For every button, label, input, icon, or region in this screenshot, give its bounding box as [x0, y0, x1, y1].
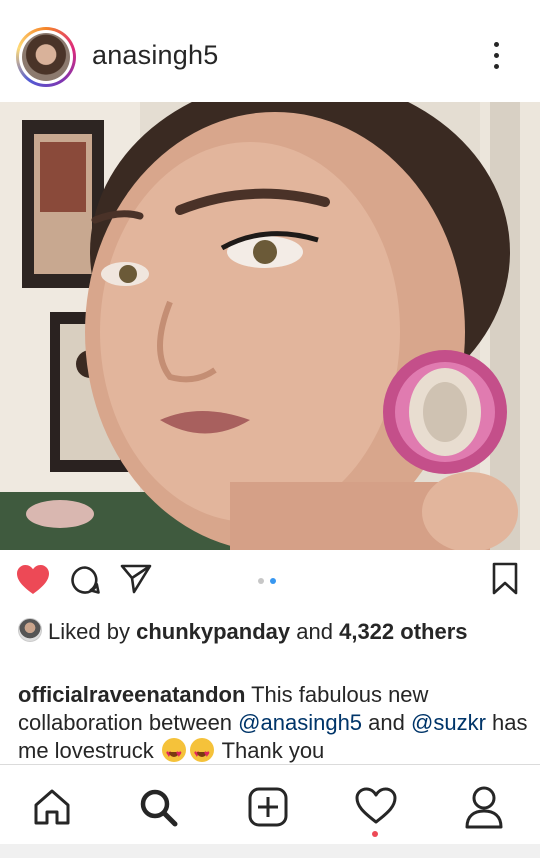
likes-count[interactable]: 4,322 — [339, 619, 394, 644]
heart-filled-icon[interactable] — [16, 564, 50, 596]
liker-username[interactable]: chunkypanday — [136, 619, 290, 644]
send-icon[interactable] — [120, 564, 152, 594]
heart-eyes-emoji — [161, 738, 186, 769]
likes-summary[interactable]: Liked by chunkypanday and 4,322 others — [18, 618, 528, 646]
user-avatar[interactable] — [16, 27, 76, 87]
caption-author[interactable]: officialraveenatandon — [18, 682, 245, 707]
profile-icon[interactable] — [464, 785, 504, 829]
activity-heart-icon[interactable] — [355, 787, 397, 825]
post-header: anasingh5 — [0, 0, 540, 102]
bookmark-icon[interactable] — [492, 562, 518, 596]
home-icon[interactable] — [32, 787, 72, 827]
carousel-dot-1 — [258, 578, 264, 584]
heart-eyes-emoji — [189, 738, 214, 769]
post-image[interactable] — [0, 102, 540, 550]
avatar-photo — [22, 33, 70, 81]
mention-link[interactable]: @anasingh5 — [238, 710, 362, 735]
bottom-nav — [0, 764, 540, 845]
mention-link[interactable]: @suzkr — [411, 710, 486, 735]
system-bar — [0, 844, 540, 858]
carousel-indicator — [258, 577, 282, 585]
comment-icon[interactable] — [70, 565, 100, 595]
carousel-dot-2-active — [270, 578, 276, 584]
more-options-icon[interactable] — [486, 42, 506, 72]
post-username[interactable]: anasingh5 — [92, 40, 218, 71]
liker-avatar — [18, 618, 42, 642]
post-caption: officialraveenatandon This fabulous new … — [18, 681, 528, 769]
activity-notification-dot — [372, 831, 378, 837]
action-bar — [0, 550, 540, 610]
search-icon[interactable] — [138, 787, 178, 827]
add-post-icon[interactable] — [248, 787, 288, 827]
